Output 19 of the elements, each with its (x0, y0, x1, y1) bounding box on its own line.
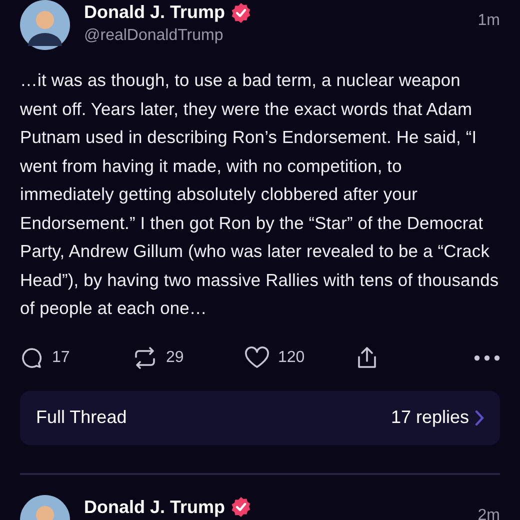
post-time: 1m (478, 11, 500, 30)
verified-badge-icon (231, 2, 252, 22)
like-button[interactable]: 120 (244, 346, 356, 370)
author-handle: @realDonaldTrump (84, 27, 224, 45)
reply-button[interactable]: 17 (20, 346, 132, 370)
speech-bubble-icon (20, 346, 44, 370)
author-name: Donald J. Trump (84, 2, 226, 23)
post-time: 2m (478, 506, 500, 520)
avatar[interactable] (20, 0, 70, 50)
verified-badge-icon (231, 497, 252, 517)
repost-button[interactable]: 29 (132, 346, 244, 370)
full-thread-button[interactable]: Full Thread 17 replies (20, 390, 500, 444)
share-icon (356, 346, 378, 370)
repost-icon (132, 346, 158, 370)
chevron-right-icon (475, 410, 484, 426)
heart-icon (244, 346, 270, 370)
post-text: …it was as though, to use a bad term, a nuclear weapon went off. Years later, they were the exact words that Adam Putnam used in describing Ron’s Endorsement. He said, “I went from having it made, with no competition, to immediately getting absolutely clobbered after your Endorsement.” I then got Ron by the “Star” of the Democrat Party, Andrew Gillum (who was later revealed to be a “Crack Head”), by having two massive Rallies with tens of thousands of people at each one… (20, 69, 500, 320)
more-button[interactable] (474, 354, 500, 360)
author-name: Donald J. Trump (84, 496, 226, 518)
